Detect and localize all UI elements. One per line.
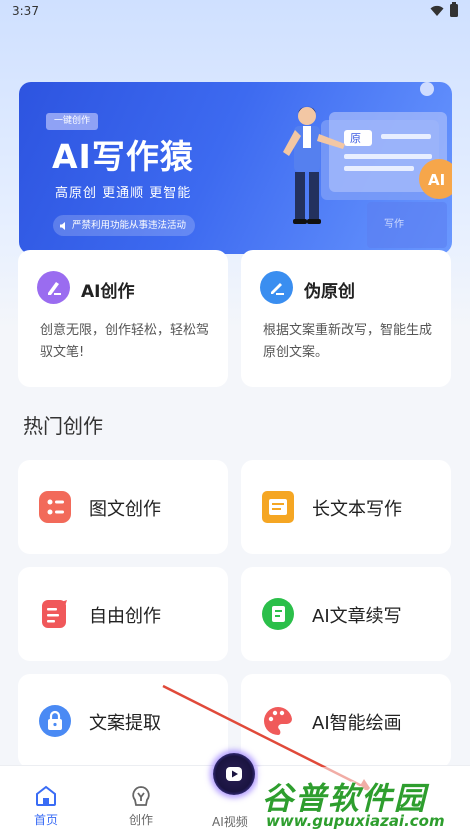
- tile-label: 文案提取: [89, 713, 161, 734]
- tile-label: 长文本写作: [312, 499, 402, 520]
- create-icon: [132, 786, 150, 806]
- feature-desc: 根据文案重新改写，智能生成原创文案。: [263, 323, 433, 360]
- play-icon: [226, 767, 242, 781]
- feature-desc: 创意无限，创作轻松，轻松驾驭文笔!: [40, 323, 210, 360]
- promo-banner[interactable]: 一键创作 AI写作猿 高原创 更通顺 更智能 严禁利用功能从事违法活动 原 写作…: [19, 82, 452, 254]
- continue-write-icon: [262, 598, 294, 630]
- lock-extract-icon: [39, 705, 71, 737]
- tile-label: 自由创作: [89, 606, 161, 627]
- edit-icon: [260, 271, 293, 304]
- home-icon: [36, 785, 56, 806]
- tile-text-extract[interactable]: 文案提取: [18, 674, 228, 768]
- tile-image-text[interactable]: 图文创作: [18, 460, 228, 554]
- status-bar: 3:37: [0, 0, 470, 24]
- status-icons: [430, 2, 458, 17]
- tile-continue-write[interactable]: AI文章续写: [241, 567, 451, 661]
- banner-notice-text: 严禁利用功能从事违法活动: [72, 220, 187, 231]
- nav-create-label: 创作: [128, 813, 153, 827]
- speaker-icon: [60, 221, 65, 230]
- nav-create[interactable]: 创作: [111, 784, 171, 828]
- feature-card-ai-create[interactable]: AI创作 创意无限，创作轻松，轻松驾驭文笔!: [18, 250, 228, 387]
- tile-ai-painting[interactable]: AI智能绘画: [241, 674, 451, 768]
- watermark: 谷普软件园 www.gupuxiazai.com: [258, 767, 470, 837]
- tile-label: 图文创作: [89, 499, 161, 520]
- wifi-icon: [430, 5, 444, 16]
- art-caption: 写作: [384, 218, 404, 230]
- tile-label: AI智能绘画: [312, 713, 402, 734]
- nav-home-label: 首页: [33, 813, 58, 827]
- image-text-icon: [39, 491, 71, 523]
- banner-subtitle: 高原创 更通顺 更智能: [55, 186, 192, 201]
- tile-free-write[interactable]: 自由创作: [18, 567, 228, 661]
- status-time: 3:37: [12, 4, 39, 18]
- tile-label: AI文章续写: [312, 606, 402, 627]
- art-ai-badge: AI: [428, 171, 445, 189]
- watermark-sub: www.gupuxiazai.com: [266, 812, 445, 830]
- battery-icon: [450, 2, 458, 17]
- banner-title: AI写作猿: [52, 137, 194, 176]
- feature-title: AI创作: [81, 282, 135, 302]
- free-write-icon: [42, 600, 67, 628]
- nav-ai-video-button[interactable]: [213, 753, 255, 795]
- nav-home[interactable]: 首页: [16, 784, 76, 828]
- banner-notice: 严禁利用功能从事违法活动: [53, 215, 196, 236]
- pen-icon: [37, 271, 70, 304]
- section-title-hot: 热门创作: [23, 414, 103, 438]
- tile-long-text[interactable]: 长文本写作: [241, 460, 451, 554]
- feature-title: 伪原创: [304, 282, 355, 302]
- long-text-icon: [262, 491, 294, 523]
- art-doc-label: 原: [350, 132, 361, 145]
- nav-ai-video-label[interactable]: AI视频: [212, 813, 248, 830]
- banner-tag: 一键创作: [46, 113, 99, 130]
- banner-illustration: 原 写作 AI: [283, 82, 452, 248]
- feature-card-rewrite[interactable]: 伪原创 根据文案重新改写，智能生成原创文案。: [241, 250, 451, 387]
- palette-icon: [264, 706, 292, 735]
